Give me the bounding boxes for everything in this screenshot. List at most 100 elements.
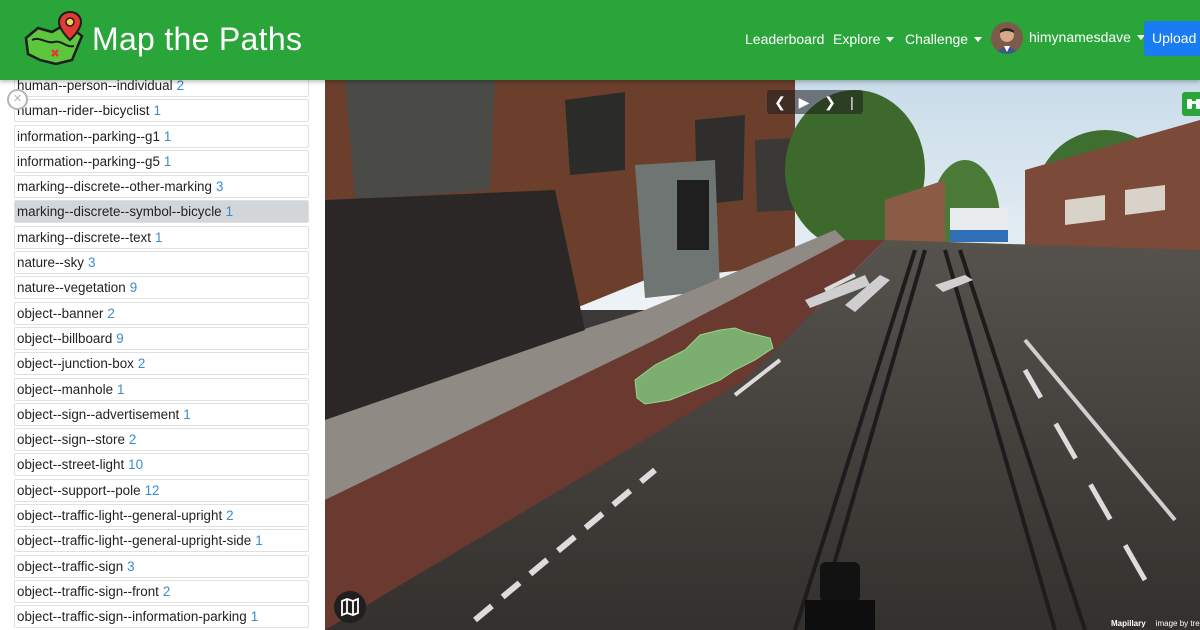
- label-list-item[interactable]: object--traffic-sign--front 2: [14, 579, 309, 603]
- label-name: object--traffic-sign--information-parkin…: [17, 609, 247, 625]
- label-count: 2: [226, 508, 234, 524]
- binoculars-button[interactable]: [1182, 92, 1200, 116]
- label-count: 1: [183, 406, 191, 422]
- label-list-item[interactable]: object--traffic-light--general-upright 2: [14, 504, 309, 528]
- street-scene-image[interactable]: [325, 80, 1200, 630]
- top-navbar: Map the Paths Leaderboard Explore Challe…: [0, 0, 1200, 80]
- nav-leaderboard-label: Leaderboard: [745, 31, 825, 47]
- label-count: 1: [153, 103, 161, 119]
- label-name: object--junction-box: [17, 356, 134, 372]
- nav-challenge-dropdown[interactable]: Challenge: [905, 31, 983, 47]
- label-list-item[interactable]: object--traffic-light--general-upright-s…: [14, 529, 309, 553]
- label-list-item[interactable]: object--street-light 10: [14, 453, 309, 477]
- sequence-controls: ❮ ▶ ❯ |: [767, 90, 863, 114]
- label-list: human--person--individual 2 human--rider--…: [14, 80, 309, 630]
- label-count: 1: [117, 381, 125, 397]
- nav-challenge-label: Challenge: [905, 31, 969, 47]
- label-name: object--traffic-light--general-upright-s…: [17, 533, 252, 549]
- label-count: 9: [129, 280, 138, 296]
- previous-image-button[interactable]: ❮: [771, 93, 789, 111]
- label-count: 2: [128, 432, 137, 448]
- label-list-item[interactable]: object--junction-box 2: [14, 352, 309, 376]
- label-name: object--sign--advertisement: [17, 406, 180, 422]
- label-name: object--traffic-light--general-upright: [17, 508, 223, 524]
- label-count: 1: [255, 533, 263, 549]
- label-count: 3: [87, 255, 96, 271]
- label-list-item[interactable]: nature--sky 3: [14, 251, 309, 275]
- upload-button-label: Upload I: [1152, 30, 1200, 46]
- label-name: human--rider--bicyclist: [17, 103, 150, 119]
- label-list-item[interactable]: object--sign--store 2: [14, 428, 309, 452]
- app-title[interactable]: Map the Paths: [92, 21, 302, 58]
- label-name: marking--discrete--other-marking: [17, 179, 212, 195]
- label-name: object--traffic-sign--front: [17, 583, 159, 599]
- label-count: 1: [225, 204, 234, 220]
- label-name: marking--discrete--symbol--bicycle: [17, 204, 222, 220]
- label-count: 1: [154, 229, 163, 245]
- label-count: 2: [176, 80, 185, 93]
- user-avatar[interactable]: [991, 22, 1023, 54]
- label-name: object--billboard: [17, 330, 113, 346]
- next-image-button[interactable]: ❯: [821, 93, 839, 111]
- binoculars-icon: [1187, 99, 1200, 109]
- label-name: nature--sky: [17, 255, 84, 271]
- username-label: himynamesdave: [1029, 29, 1131, 45]
- label-list-item[interactable]: marking--discrete--other-marking 3: [14, 175, 309, 199]
- mapillary-brand: Mapillary: [1111, 619, 1146, 628]
- label-list-item[interactable]: object--sign--advertisement 1: [14, 402, 309, 426]
- label-name: information--parking--g5: [17, 153, 160, 169]
- label-list-item[interactable]: object--support--pole 12: [14, 478, 309, 502]
- label-list-item[interactable]: object--traffic-sign--information-parkin…: [14, 605, 309, 629]
- label-list-item[interactable]: object--billboard 9: [14, 326, 309, 350]
- label-list-item[interactable]: marking--discrete--text 1: [14, 225, 309, 249]
- label-count: 1: [163, 128, 172, 144]
- nav-explore-label: Explore: [833, 31, 881, 47]
- label-count: 3: [215, 179, 224, 195]
- label-count: 3: [127, 558, 135, 574]
- user-avatar-icon: [991, 22, 1023, 54]
- label-count: 2: [107, 305, 115, 321]
- label-name: object--manhole: [17, 381, 114, 397]
- label-list-item[interactable]: nature--vegetation 9: [14, 276, 309, 300]
- label-name: object--support--pole: [17, 482, 141, 498]
- map-toggle-button[interactable]: [334, 591, 366, 623]
- label-count: 2: [137, 356, 146, 372]
- label-count: 1: [250, 609, 259, 625]
- nav-leaderboard-link[interactable]: Leaderboard: [745, 31, 824, 47]
- nav-explore-dropdown[interactable]: Explore: [833, 31, 895, 47]
- user-menu-dropdown[interactable]: himynamesdave: [1029, 29, 1145, 45]
- label-sidebar: × human--person--individual 2 human--rider…: [0, 80, 325, 630]
- chevron-down-icon: [974, 37, 983, 42]
- label-name: information--parking--g1: [17, 128, 160, 144]
- label-list-item[interactable]: object--manhole 1: [14, 377, 309, 401]
- label-count: 2: [162, 583, 171, 599]
- chevron-down-icon: [886, 37, 895, 42]
- label-name: object--traffic-sign: [17, 558, 124, 574]
- label-list-item[interactable]: information--parking--g5 1: [14, 149, 309, 173]
- image-credit: image by tre: [1155, 619, 1200, 628]
- map-icon: [341, 597, 359, 617]
- label-count: 10: [128, 457, 144, 473]
- map-pin-logo-icon[interactable]: [22, 10, 86, 70]
- play-button[interactable]: ▶: [795, 93, 813, 111]
- upload-button[interactable]: Upload I: [1144, 21, 1200, 56]
- label-count: 1: [163, 153, 172, 169]
- label-name: nature--vegetation: [17, 280, 126, 296]
- label-list-item[interactable]: object--traffic-sign 3: [14, 554, 309, 578]
- label-list-item[interactable]: information--parking--g1 1: [14, 124, 309, 148]
- label-list-item[interactable]: human--person--individual 2: [14, 80, 309, 97]
- street-view-viewer[interactable]: ❮ ▶ ❯ | Mapillary image by tre: [325, 80, 1200, 630]
- stop-button[interactable]: |: [843, 93, 861, 111]
- label-name: object--banner: [17, 305, 104, 321]
- label-name: object--street-light: [17, 457, 125, 473]
- label-list-item[interactable]: human--rider--bicyclist 1: [14, 99, 309, 123]
- label-name: human--person--individual: [17, 80, 173, 93]
- label-list-item[interactable]: object--banner 2: [14, 301, 309, 325]
- label-name: marking--discrete--text: [17, 229, 151, 245]
- image-attribution[interactable]: Mapillary image by tre: [1111, 619, 1200, 628]
- label-count: 12: [144, 482, 160, 498]
- close-icon[interactable]: ×: [7, 89, 28, 110]
- label-name: object--sign--store: [17, 432, 125, 448]
- label-list-item[interactable]: marking--discrete--symbol--bicycle 1: [14, 200, 309, 224]
- label-count: 9: [116, 330, 124, 346]
